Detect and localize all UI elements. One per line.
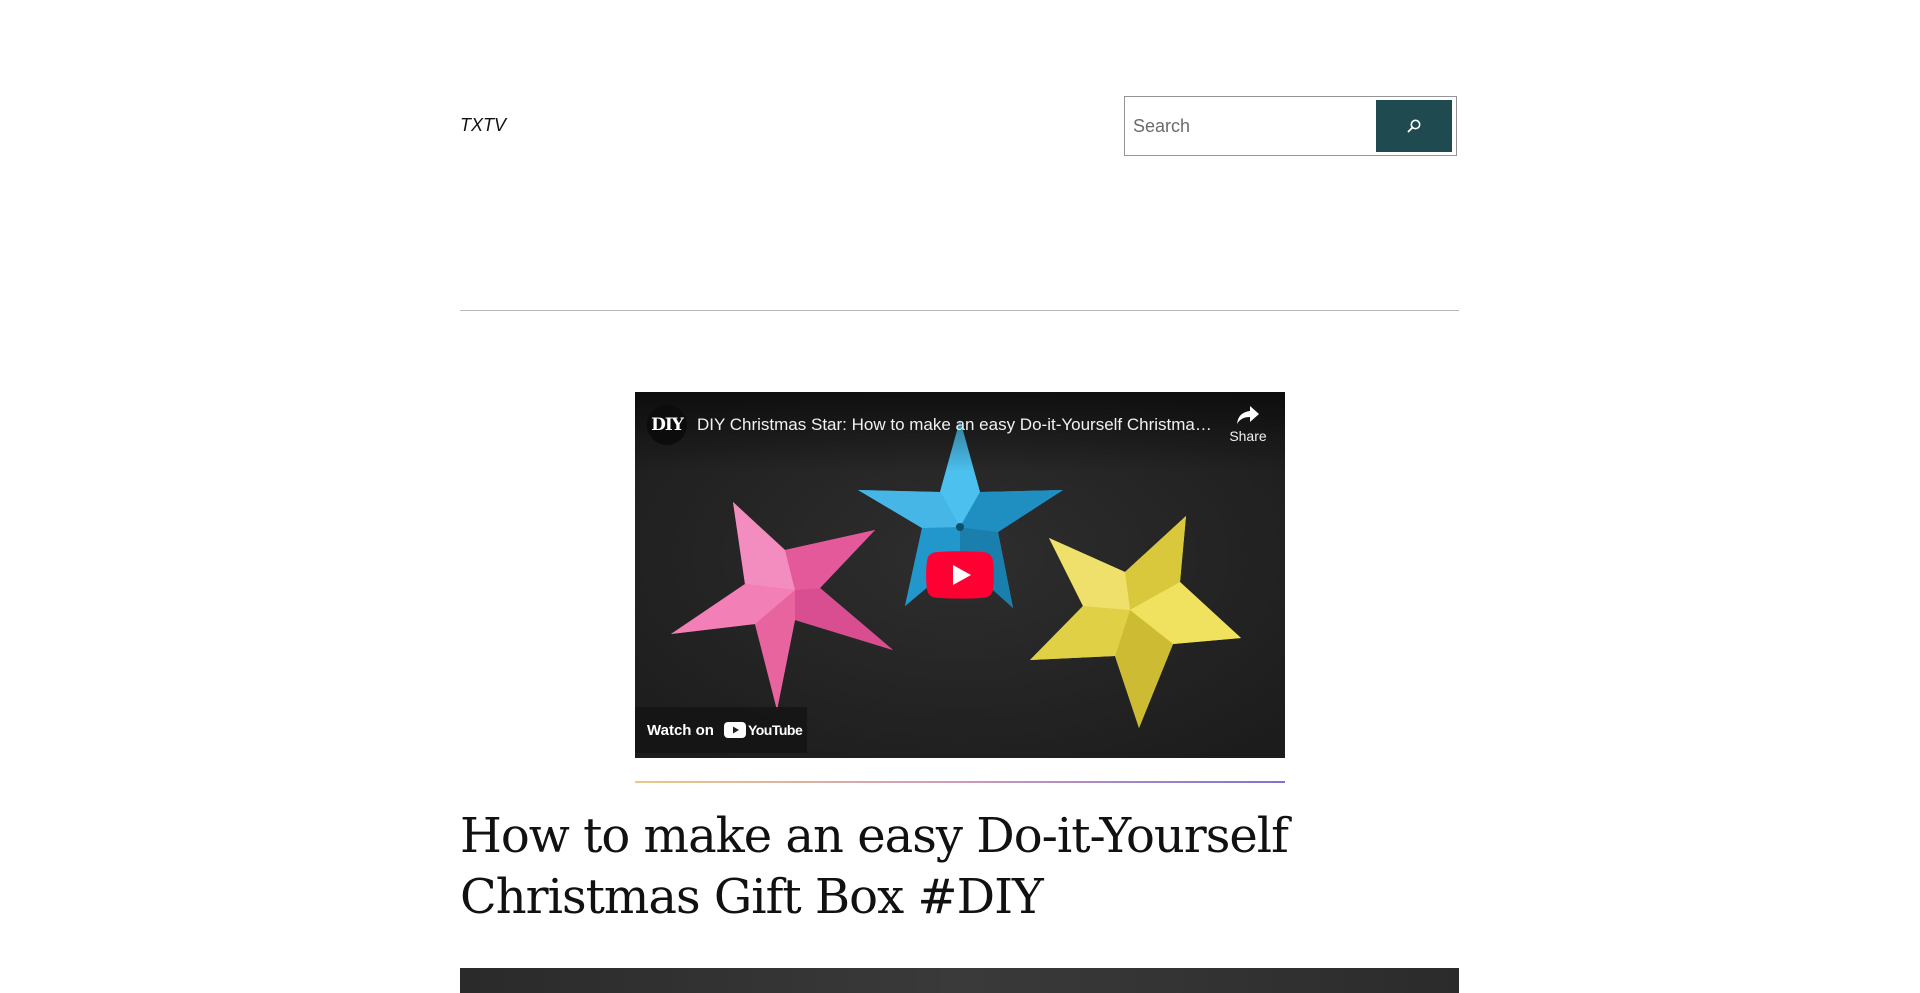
share-button[interactable]: Share xyxy=(1223,404,1273,454)
post-title[interactable]: How to make an easy Do-it-Yourself Chris… xyxy=(460,806,1460,928)
search-input[interactable] xyxy=(1129,101,1369,151)
youtube-wordmark: YouTube xyxy=(747,722,803,738)
video-title[interactable]: DIY Christmas Star: How to make an easy … xyxy=(697,415,1217,435)
share-label: Share xyxy=(1229,428,1267,444)
search-icon xyxy=(1406,118,1422,134)
search-button[interactable] xyxy=(1376,100,1452,152)
watch-on-label: Watch on xyxy=(647,721,714,739)
site-title[interactable]: TXTV xyxy=(460,115,506,136)
site-header: TXTV xyxy=(460,96,1459,158)
youtube-embed[interactable]: DIY DIY Christmas Star: How to make an e… xyxy=(635,392,1285,758)
youtube-logo: YouTube xyxy=(723,722,803,738)
play-icon xyxy=(926,551,994,599)
channel-avatar[interactable]: DIY xyxy=(647,405,687,445)
video-separator xyxy=(635,781,1285,783)
page: TXTV Search DIY DIY Christmas Star: How … xyxy=(0,0,1920,993)
next-post-image xyxy=(460,968,1459,993)
watch-on-youtube-link[interactable]: Watch on YouTube xyxy=(635,707,807,753)
search-form xyxy=(1124,96,1457,156)
youtube-icon xyxy=(723,722,746,738)
share-icon xyxy=(1235,404,1261,426)
header-divider xyxy=(460,310,1459,311)
play-button[interactable] xyxy=(926,551,994,599)
